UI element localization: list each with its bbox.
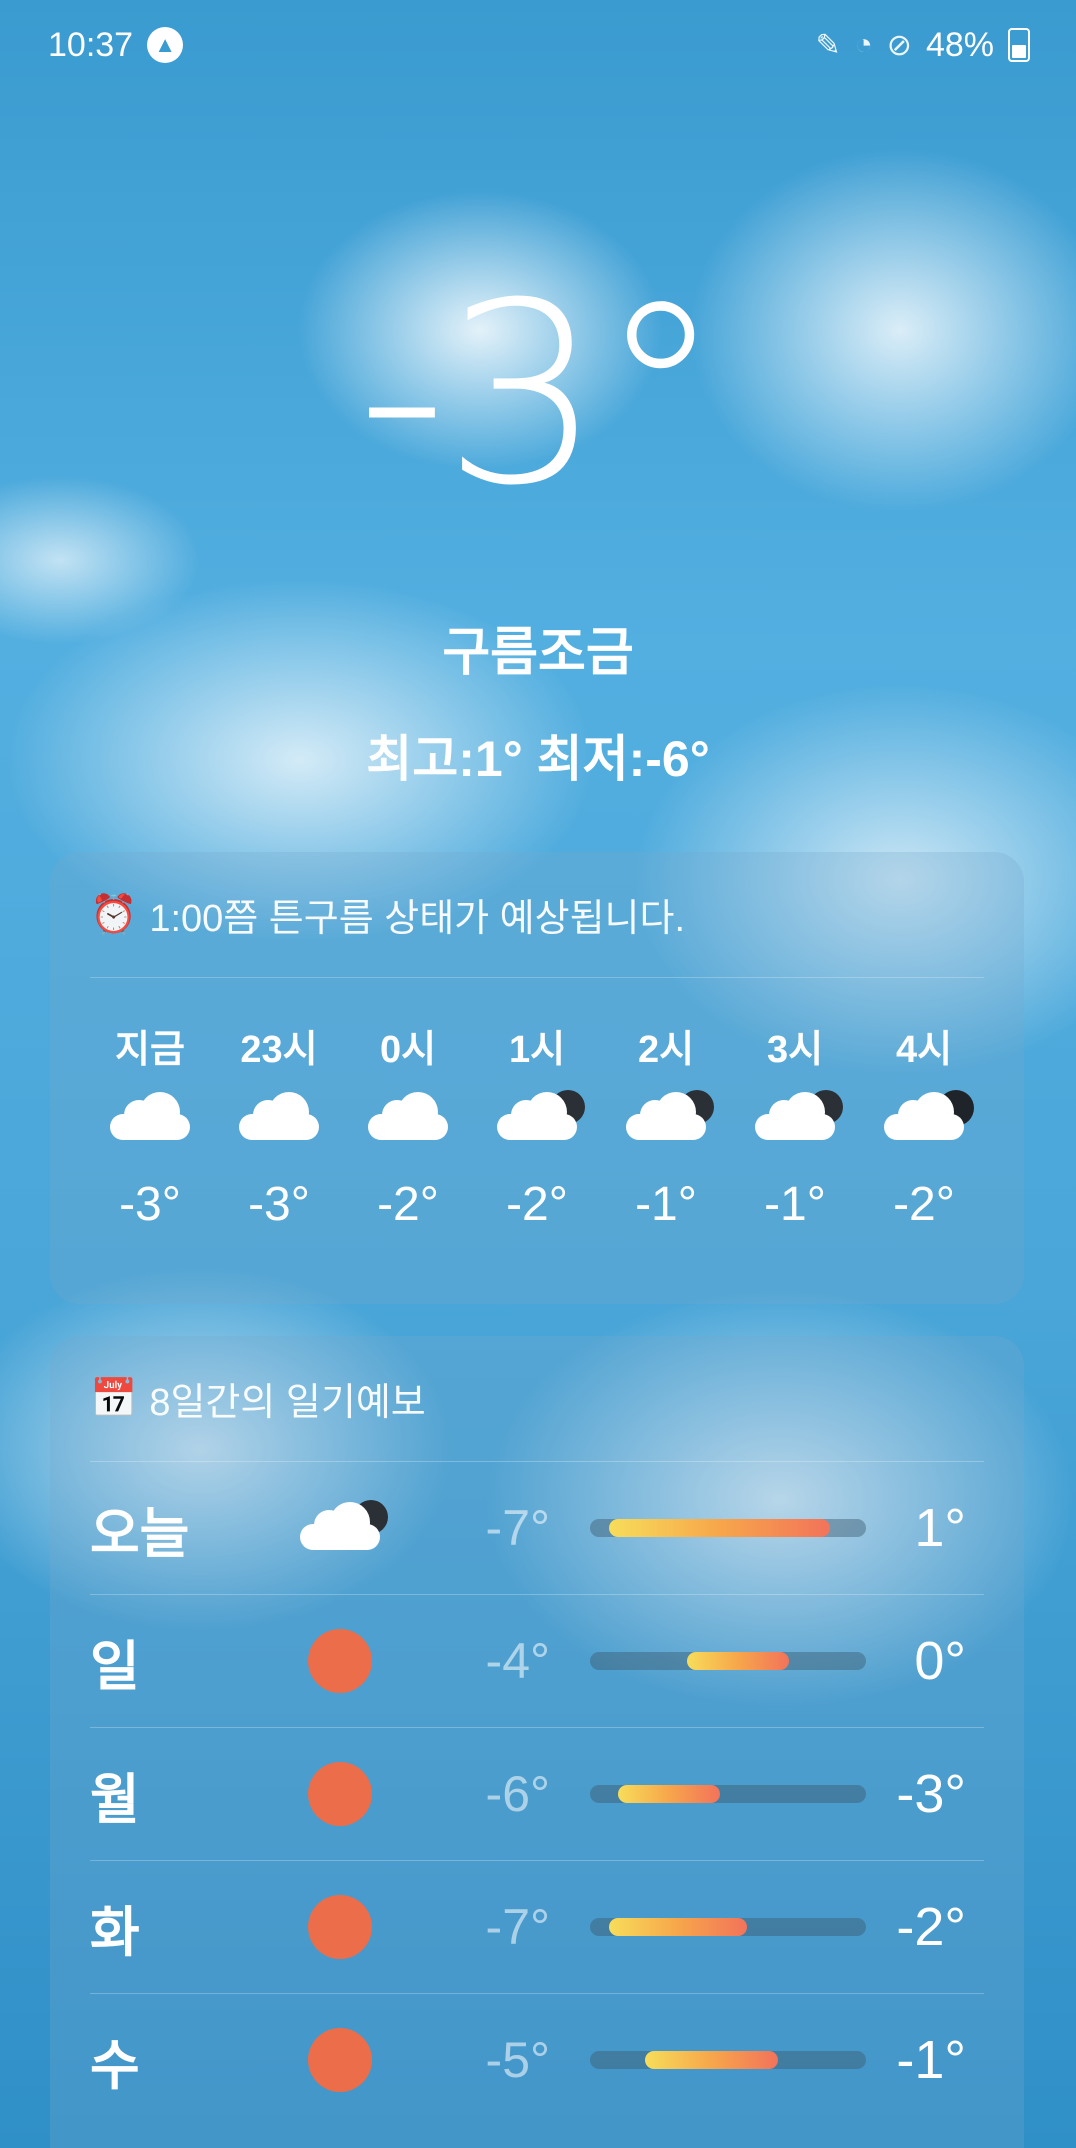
hour-label: 3시	[766, 1029, 824, 1071]
sun-icon	[308, 2028, 372, 2092]
day-name: 월	[90, 1769, 140, 1830]
temperature-range-fill	[617, 1785, 720, 1803]
day-low-temperature: -4°	[485, 1633, 550, 1689]
app-badge-icon: ▲	[147, 27, 184, 63]
daily-list[interactable]: 오늘 -7° 1° 일 -4° 0° 월 -6° -3° 화 -7° -2° 수 -5° -1°	[90, 1461, 984, 2126]
hour-temperature: -3°	[119, 1178, 181, 1231]
day-icon-wrap	[260, 1762, 420, 1826]
pen-icon: ✎	[815, 28, 841, 62]
cloud-dark-icon	[300, 1500, 388, 1550]
day-name: 오늘	[90, 1503, 190, 1564]
hour-icon-wrap	[606, 1066, 726, 1170]
day-icon-wrap	[260, 1629, 420, 1693]
status-bar: 10:37 ▲ ✎ ◔ ⊘ 48%	[0, 0, 1076, 90]
hour-icon-wrap	[477, 1066, 597, 1170]
hourly-header: ⏰ 1:00쯤 튼구름 상태가 예상됩니다.	[90, 852, 984, 978]
hourly-item: 4시 -2°	[864, 1018, 984, 1240]
temperature-range-fill	[609, 1519, 831, 1537]
temperature-range-fill	[609, 1918, 748, 1936]
daily-forecast-card[interactable]: 📅 8일간의 일기예보 오늘 -7° 1° 일 -4° 0° 월 -6° -3° 화 -7° -2° 수…	[50, 1336, 1024, 2148]
sun-icon	[308, 1629, 372, 1693]
day-low-temperature: -7°	[485, 1899, 550, 1955]
hour-icon-wrap	[735, 1066, 855, 1170]
cloud-icon	[239, 1092, 319, 1140]
cloud-dark-icon	[755, 1090, 843, 1140]
calendar-icon: 📅	[90, 1377, 138, 1420]
temperature-range-bar	[590, 1652, 866, 1670]
temperature-range-fill	[686, 1652, 789, 1670]
cloud-icon	[368, 1092, 448, 1140]
hour-icon-wrap	[219, 1066, 339, 1170]
daily-row[interactable]: 월 -6° -3°	[90, 1727, 984, 1860]
hour-temperature: -3°	[248, 1178, 310, 1231]
hour-label: 23시	[240, 1029, 318, 1071]
status-time: 10:37	[48, 25, 134, 64]
cloud-icon	[110, 1092, 190, 1140]
cloud-dark-icon	[626, 1090, 714, 1140]
hour-temperature: -2°	[893, 1178, 955, 1231]
hourly-forecast-card[interactable]: ⏰ 1:00쯤 튼구름 상태가 예상됩니다. 지금 -3° 23시 -3° 0시 -2° 1…	[50, 852, 1024, 1304]
day-high-temperature: 1°	[914, 1498, 966, 1558]
temperature-range-bar	[590, 1519, 866, 1537]
hourly-item: 2시 -1°	[606, 1018, 726, 1240]
sun-icon	[308, 1895, 372, 1959]
hourly-item: 1시 -2°	[477, 1018, 597, 1240]
hourly-item: 3시 -1°	[735, 1018, 855, 1240]
day-low-temperature: -7°	[485, 1500, 550, 1556]
hour-label: 4시	[895, 1029, 953, 1071]
cloud-moon-icon	[884, 1090, 974, 1140]
hour-label: 지금	[115, 1029, 185, 1071]
hourly-item: 23시 -3°	[219, 1018, 339, 1240]
temperature-range-fill	[645, 2051, 778, 2069]
battery-icon	[1008, 28, 1030, 62]
sun-icon	[308, 1762, 372, 1826]
temperature-range-bar	[590, 2051, 866, 2069]
current-weather: -3° 구름조금 최고:1° 최저:-6°	[0, 270, 1076, 791]
hour-label: 2시	[637, 1029, 695, 1071]
hour-temperature: -1°	[764, 1178, 826, 1231]
temperature-range-bar	[590, 1785, 866, 1803]
hourly-list[interactable]: 지금 -3° 23시 -3° 0시 -2° 1시 -2° 2시 -1° 3시 -1° 4시 -2°	[90, 978, 984, 1240]
hour-icon-wrap	[90, 1066, 210, 1170]
day-icon-wrap	[260, 2028, 420, 2092]
battery-percent: 48%	[925, 25, 994, 64]
day-high-temperature: -3°	[896, 1764, 966, 1824]
daily-row[interactable]: 화 -7° -2°	[90, 1860, 984, 1993]
day-icon-wrap	[260, 1895, 420, 1959]
alarm-clock-icon: ⏰	[90, 893, 138, 936]
high-low-temperature: 최고:1° 최저:-6°	[366, 731, 710, 787]
day-low-temperature: -5°	[485, 2032, 550, 2088]
hourly-item: 지금 -3°	[90, 1018, 210, 1240]
wifi-icon: ◔	[854, 28, 873, 61]
hour-temperature: -2°	[377, 1178, 439, 1231]
hour-icon-wrap	[864, 1066, 984, 1170]
day-name: 수	[90, 2035, 140, 2096]
hour-icon-wrap	[348, 1066, 468, 1170]
hour-temperature: -1°	[635, 1178, 697, 1231]
day-name: 일	[90, 1636, 140, 1697]
daily-row[interactable]: 오늘 -7° 1°	[90, 1461, 984, 1594]
hour-label: 0시	[379, 1029, 437, 1071]
day-low-temperature: -6°	[485, 1766, 550, 1822]
daily-row[interactable]: 수 -5° -1°	[90, 1993, 984, 2126]
hour-label: 1시	[508, 1029, 566, 1071]
daily-row[interactable]: 일 -4° 0°	[90, 1594, 984, 1727]
day-name: 화	[90, 1902, 140, 1963]
hour-temperature: -2°	[506, 1178, 568, 1231]
day-icon-wrap	[260, 1500, 420, 1550]
daily-header: 📅 8일간의 일기예보	[90, 1336, 984, 1461]
current-temperature: -3°	[356, 249, 723, 540]
temperature-range-bar	[590, 1918, 866, 1936]
current-condition: 구름조금	[442, 624, 634, 682]
day-high-temperature: -1°	[896, 2030, 966, 2090]
day-high-temperature: 0°	[914, 1631, 966, 1691]
hourly-summary: 1:00쯤 튼구름 상태가 예상됩니다.	[149, 898, 686, 940]
hourly-item: 0시 -2°	[348, 1018, 468, 1240]
do-not-disturb-icon: ⊘	[886, 28, 912, 62]
day-high-temperature: -2°	[896, 1897, 966, 1957]
cloud-dark-icon	[497, 1090, 585, 1140]
daily-title: 8일간의 일기예보	[149, 1382, 426, 1424]
